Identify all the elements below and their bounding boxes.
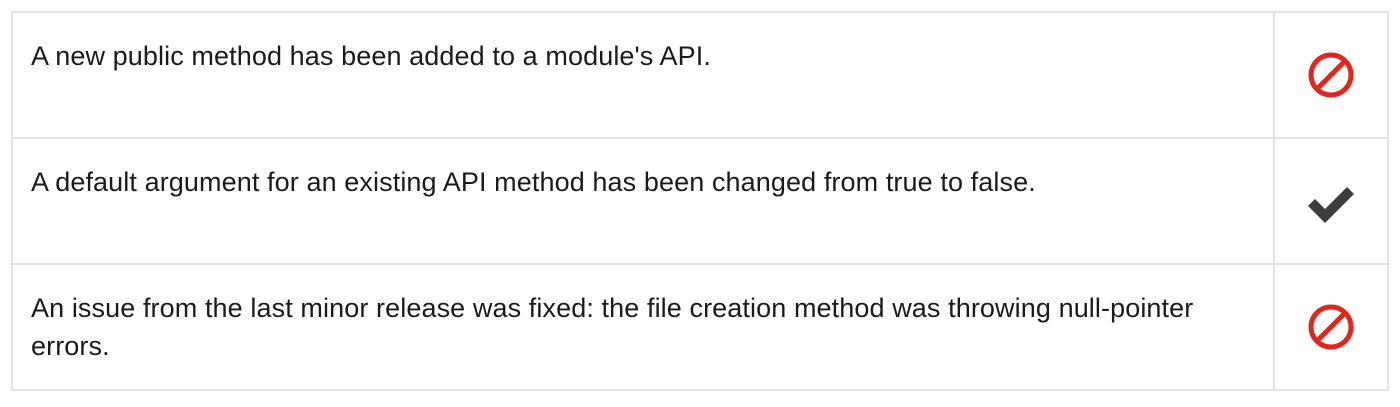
prohibited-icon: [1308, 304, 1354, 350]
checkmark-icon: [1308, 187, 1354, 223]
statement-text: A new public method has been added to a …: [31, 41, 711, 71]
status-cell: [1273, 263, 1389, 391]
prohibited-icon: [1308, 52, 1354, 98]
answer-table: A new public method has been added to a …: [11, 11, 1389, 391]
table-row: A default argument for an existing API m…: [11, 137, 1389, 265]
status-cell: [1273, 137, 1389, 265]
table-row: A new public method has been added to a …: [11, 11, 1389, 139]
statement-cell: A default argument for an existing API m…: [11, 137, 1275, 265]
table-row: An issue from the last minor release was…: [11, 263, 1389, 391]
status-cell: [1273, 11, 1389, 139]
statement-text: An issue from the last minor release was…: [31, 293, 1194, 361]
statement-cell: A new public method has been added to a …: [11, 11, 1275, 139]
statement-text: A default argument for an existing API m…: [31, 167, 1036, 197]
statement-cell: An issue from the last minor release was…: [11, 263, 1275, 391]
